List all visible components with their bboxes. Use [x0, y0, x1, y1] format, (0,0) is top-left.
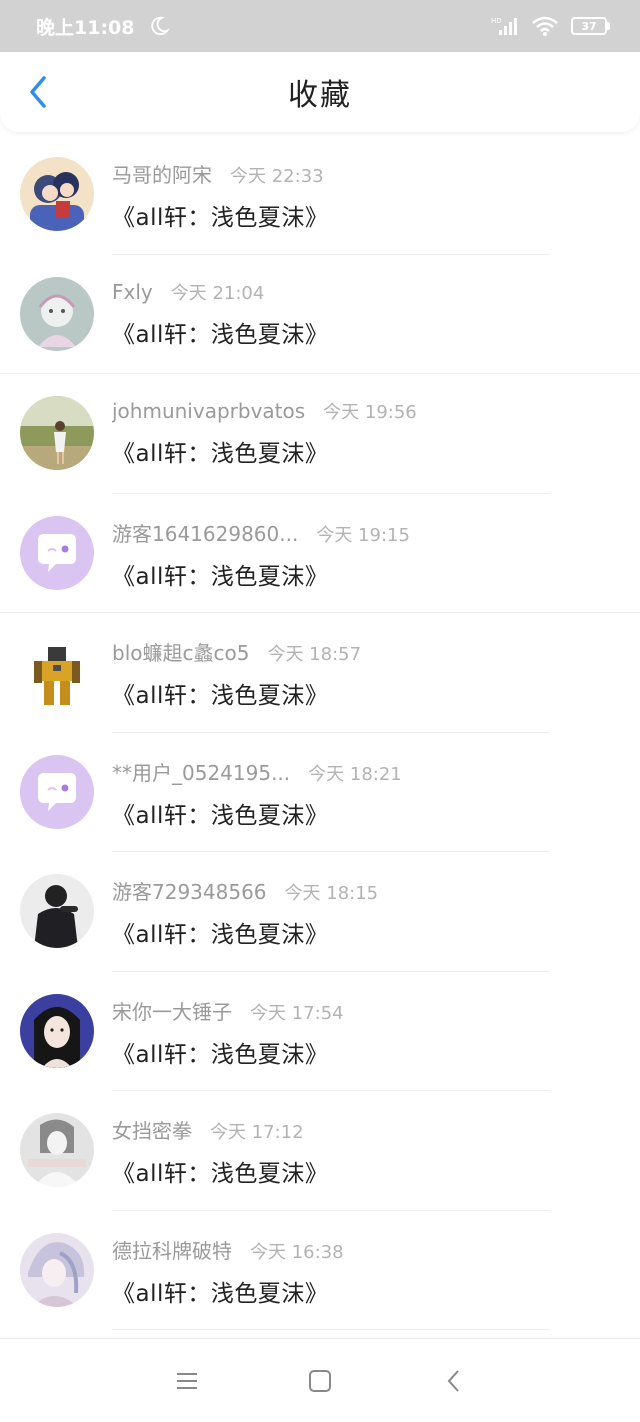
- username[interactable]: blo蠊趄c蠡co5: [112, 637, 249, 666]
- timestamp: 今天 18:21: [308, 763, 402, 785]
- back-button[interactable]: [18, 72, 58, 112]
- status-time: 晚上11:08: [36, 16, 135, 39]
- svg-text:HD: HD: [491, 17, 502, 25]
- list-item[interactable]: 德拉科牌破特 今天 16:38 《all轩：浅色夏沫》: [0, 1211, 640, 1331]
- list-item[interactable]: **用户_0524195... 今天 18:21 《all轩：浅色夏沫》: [0, 733, 640, 853]
- list-item[interactable]: 游客1641629860... 今天 19:15 《all轩：浅色夏沫》: [0, 494, 640, 614]
- item-title[interactable]: 《all轩：浅色夏沫》: [112, 1154, 620, 1188]
- username[interactable]: 德拉科牌破特: [112, 1235, 232, 1264]
- username[interactable]: 宋你一大锤子: [112, 996, 232, 1025]
- list-item-text: johmunivaprbvatos 今天 19:56 《all轩：浅色夏沫》: [112, 398, 620, 468]
- item-title[interactable]: 《all轩：浅色夏沫》: [112, 915, 620, 949]
- square-icon: [309, 1370, 331, 1392]
- timestamp: 今天 17:12: [210, 1122, 304, 1143]
- system-nav-bar: [0, 1338, 640, 1422]
- item-title[interactable]: 《all轩：浅色夏沫》: [112, 1035, 620, 1069]
- item-title[interactable]: 《all轩：浅色夏沫》: [112, 1274, 620, 1308]
- battery-icon: 37: [571, 17, 610, 35]
- list-item[interactable]: blo蠊趄c蠡co5 今天 18:57 《all轩：浅色夏沫》: [0, 613, 640, 733]
- timestamp: 今天 19:15: [316, 524, 410, 546]
- photo-girl-avatar[interactable]: [20, 396, 94, 470]
- list-item[interactable]: 女挡密拳 今天 17:12 《all轩：浅色夏沫》: [0, 1091, 640, 1211]
- list-item-text: 游客729348566 今天 18:15 《all轩：浅色夏沫》: [112, 876, 620, 949]
- item-title[interactable]: 《all轩：浅色夏沫》: [112, 557, 620, 591]
- username[interactable]: 女挡密拳: [112, 1115, 192, 1144]
- timestamp: 今天 22:33: [230, 166, 324, 187]
- sketch-girl-avatar[interactable]: [20, 276, 94, 351]
- item-title[interactable]: 《all轩：浅色夏沫》: [112, 676, 620, 710]
- robot-avatar[interactable]: [20, 635, 94, 709]
- list-item[interactable]: 马哥的阿宋 今天 22:33 《all轩：浅色夏沫》: [0, 135, 640, 255]
- username[interactable]: 游客729348566: [112, 876, 267, 905]
- menu-icon: [177, 1373, 197, 1389]
- item-title[interactable]: 《all轩：浅色夏沫》: [112, 796, 620, 830]
- list-item-text: 游客1641629860... 今天 19:15 《all轩：浅色夏沫》: [112, 518, 620, 591]
- item-title[interactable]: 《all轩：浅色夏沫》: [112, 434, 620, 468]
- status-right: HD 37: [491, 15, 610, 37]
- chevron-left-icon: [447, 1370, 459, 1392]
- timestamp: 今天 18:57: [267, 644, 362, 665]
- username[interactable]: johmunivaprbvatos: [112, 399, 305, 423]
- username[interactable]: 马哥的阿宋: [112, 159, 212, 188]
- list-item-text: Fxly 今天 21:04 《all轩：浅色夏沫》: [112, 279, 620, 349]
- illustrated-girl-avatar[interactable]: [20, 993, 94, 1068]
- timestamp: 今天 16:38: [250, 1241, 344, 1263]
- pastel-anime-avatar[interactable]: [20, 1232, 94, 1307]
- list-item[interactable]: Fxly 今天 21:04 《all轩：浅色夏沫》: [0, 255, 640, 375]
- item-title[interactable]: 《all轩：浅色夏沫》: [112, 315, 620, 349]
- timestamp: 今天 21:04: [170, 282, 265, 304]
- wifi-icon: [532, 16, 558, 36]
- list-item[interactable]: 游客729348566 今天 18:15 《all轩：浅色夏沫》: [0, 852, 640, 972]
- timestamp: 今天 19:56: [323, 402, 417, 423]
- page-title: 收藏: [288, 78, 352, 113]
- signal-icon: HD: [491, 17, 517, 35]
- username[interactable]: Fxly: [112, 280, 153, 304]
- system-back-button[interactable]: [440, 1367, 468, 1395]
- moon-icon: [151, 16, 171, 36]
- list-item-text: 宋你一大锤子 今天 17:54 《all轩：浅色夏沫》: [112, 996, 620, 1069]
- list-item-text: blo蠊趄c蠡co5 今天 18:57 《all轩：浅色夏沫》: [112, 637, 620, 710]
- timestamp: 今天 17:54: [250, 1002, 344, 1024]
- username[interactable]: 游客1641629860...: [112, 518, 298, 547]
- status-left: 晚上11:08: [36, 13, 171, 40]
- default-chat-avatar[interactable]: [20, 754, 94, 829]
- list-item-text: 德拉科牌破特 今天 16:38 《all轩：浅色夏沫》: [112, 1235, 620, 1308]
- anime-couple-avatar[interactable]: [20, 157, 94, 231]
- nav-header: 收藏: [0, 52, 640, 132]
- menu-button[interactable]: [173, 1367, 201, 1395]
- timestamp: 今天 18:15: [284, 883, 379, 904]
- list-item-text: 马哥的阿宋 今天 22:33 《all轩：浅色夏沫》: [112, 159, 620, 232]
- list-item-text: **用户_0524195... 今天 18:21 《all轩：浅色夏沫》: [112, 757, 620, 830]
- home-button[interactable]: [306, 1367, 334, 1395]
- list-item[interactable]: 宋你一大锤子 今天 17:54 《all轩：浅色夏沫》: [0, 972, 640, 1092]
- list-item[interactable]: johmunivaprbvatos 今天 19:56 《all轩：浅色夏沫》: [0, 374, 640, 494]
- username[interactable]: **用户_0524195...: [112, 757, 290, 786]
- default-chat-avatar[interactable]: [20, 515, 94, 590]
- item-title[interactable]: 《all轩：浅色夏沫》: [112, 198, 620, 232]
- chevron-left-icon: [30, 76, 46, 108]
- list-item-text: 女挡密拳 今天 17:12 《all轩：浅色夏沫》: [112, 1115, 620, 1188]
- grey-photo-avatar[interactable]: [20, 1113, 94, 1187]
- favorites-list: 马哥的阿宋 今天 22:33 《all轩：浅色夏沫》 Fxly 今天 21:04…: [0, 135, 640, 1330]
- status-bar: 晚上11:08 HD 37: [0, 0, 640, 52]
- hooded-figure-avatar[interactable]: [20, 874, 94, 948]
- battery-level: 37: [571, 17, 607, 35]
